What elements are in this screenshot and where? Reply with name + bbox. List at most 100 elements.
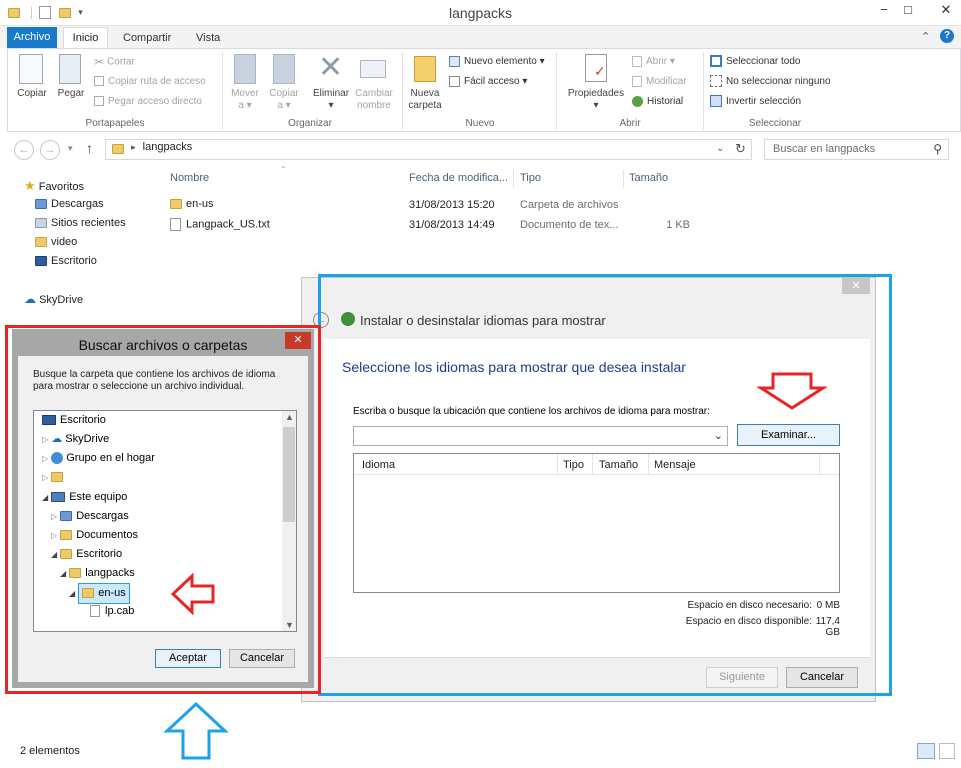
tab-archivo[interactable]: Archivo [7,27,57,48]
tab-compartir[interactable]: Compartir [123,30,171,48]
file-date: 31/08/2013 15:20 [409,199,495,211]
abrir-item-button[interactable]: Abrir ▾ [632,53,675,71]
red-arrow-left-icon [170,573,215,615]
column-tamano[interactable]: Tamaño [629,172,668,184]
tab-inicio[interactable]: Inicio [63,27,108,49]
refresh-icon[interactable]: ↻ [735,141,746,157]
status-count: 2 elementos [20,745,80,757]
folder-icon [112,144,124,154]
search-placeholder: Buscar en langpacks [773,143,876,155]
select-none-icon [710,75,722,88]
file-name: en-us [186,198,214,210]
breadcrumb[interactable]: langpacks [143,141,193,153]
no-seleccionar-button[interactable]: No seleccionar ninguno [710,73,831,91]
invertir-seleccion-button[interactable]: Invertir selección [710,93,801,111]
propiedades-button[interactable]: Propiedades ▾ [562,88,630,112]
column-fecha[interactable]: Fecha de modifica... [409,172,508,184]
nav-favoritos[interactable]: ★ Favoritos [24,176,84,195]
large-icons-view-icon[interactable] [939,743,955,759]
breadcrumb-chevron-icon: ▸ [131,141,136,152]
minimize-button[interactable]: − [874,2,894,18]
window-title: langpacks [448,5,513,21]
close-button[interactable]: ✕ [936,2,956,18]
paste-shortcut-icon [94,96,104,107]
mover-a-button[interactable]: Mover a ▾ [227,88,263,112]
nav-descargas[interactable]: Descargas [35,195,104,214]
nueva-carpeta-button[interactable]: Nueva carpeta [405,88,445,112]
seleccionar-todo-button[interactable]: Seleccionar todo [710,53,801,71]
no-sel-label: No seleccionar ninguno [726,76,831,87]
red-arrow-down-icon [757,372,827,410]
column-divider[interactable] [513,170,514,188]
cambiar-label-2: nombre [357,100,391,111]
help-icon[interactable]: ? [940,29,954,43]
facil-acceso-label: Fácil acceso [464,76,520,87]
nav-favoritos-label: Favoritos [38,181,84,193]
recent-locations-icon[interactable]: ▾ [68,143,73,154]
cloud-icon: ☁ [24,292,36,306]
search-icon[interactable]: ⚲ [933,142,942,156]
group-abrir: Abrir [619,118,641,129]
copy-icon [19,54,43,84]
pegar-acceso-button[interactable]: Pegar acceso directo [94,93,202,111]
nav-video[interactable]: video [35,233,77,252]
column-nombre[interactable]: Nombre [170,172,209,184]
column-divider[interactable] [623,170,624,188]
nueva-label-1: Nueva [410,88,440,99]
nav-escritorio-label: Escritorio [51,255,97,267]
forward-icon[interactable]: → [40,140,60,160]
nav-sitios[interactable]: Sitios recientes [35,214,126,233]
nuevo-elemento-label: Nuevo elemento [464,56,537,67]
open-icon [632,55,642,67]
highlight-frame-blue [318,274,892,696]
copiar-button[interactable]: Copiar [14,88,50,100]
file-row[interactable]: en-us [170,198,214,210]
folder-icon [35,237,47,248]
pegar-acceso-label: Pegar acceso directo [108,96,202,107]
address-dropdown-icon[interactable]: ⌄ [716,143,724,154]
modificar-button[interactable]: Modificar [632,73,687,91]
nuevo-elemento-button[interactable]: Nuevo elemento ▾ [449,53,545,71]
back-icon[interactable]: ← [14,140,34,160]
facil-acceso-button[interactable]: Fácil acceso ▾ [449,73,527,91]
collapse-ribbon-icon[interactable]: ⌃ [921,30,930,43]
file-row[interactable]: Langpack_US.txt [170,218,270,231]
invert-selection-icon [710,95,722,108]
group-portapapeles: Portapapeles [85,118,145,129]
nav-skydrive[interactable]: ☁ SkyDrive [24,290,83,309]
copiar-a-button[interactable]: Copiar a ▾ [266,88,302,112]
move-to-icon [234,54,256,84]
new-folder-icon [414,56,436,82]
properties-icon: ✓ [585,54,607,82]
address-box[interactable]: ▸ langpacks [105,139,752,160]
cambiar-label-1: Cambiar [355,88,393,99]
select-all-icon [710,55,722,68]
delete-icon: ✕ [318,51,344,84]
up-icon[interactable]: ↑ [86,140,93,156]
sort-ascending-icon: ⌃ [280,165,287,174]
edit-icon [632,75,642,87]
details-view-icon[interactable] [917,743,935,759]
tab-vista[interactable]: Vista [196,30,220,48]
maximize-button[interactable]: □ [898,2,918,18]
historial-button[interactable]: Historial [632,93,683,111]
pegar-button[interactable]: Pegar [54,88,88,100]
file-size: 1 KB [666,219,690,231]
nav-escritorio[interactable]: Escritorio [35,252,97,271]
new-item-icon [449,55,460,67]
column-tipo[interactable]: Tipo [520,172,541,184]
star-icon: ★ [24,178,36,193]
copiar-ruta-button[interactable]: Copiar ruta de acceso [94,73,206,91]
cambiar-nombre-button[interactable]: Cambiar nombre [352,88,396,112]
eliminar-button[interactable]: Eliminar ▾ [310,88,352,112]
copiar-a-label-1: Copiar [269,88,299,99]
group-nuevo: Nuevo [465,118,495,129]
nueva-label-2: carpeta [408,100,442,111]
group-seleccionar: Seleccionar [748,118,802,129]
folder-icon [170,199,182,210]
highlight-frame-red [5,325,321,694]
search-input[interactable]: Buscar en langpacks ⚲ [764,139,949,160]
cortar-button[interactable]: ✂ Cortar [94,53,135,71]
easy-access-icon [449,75,460,87]
mover-label: Mover [231,88,259,99]
